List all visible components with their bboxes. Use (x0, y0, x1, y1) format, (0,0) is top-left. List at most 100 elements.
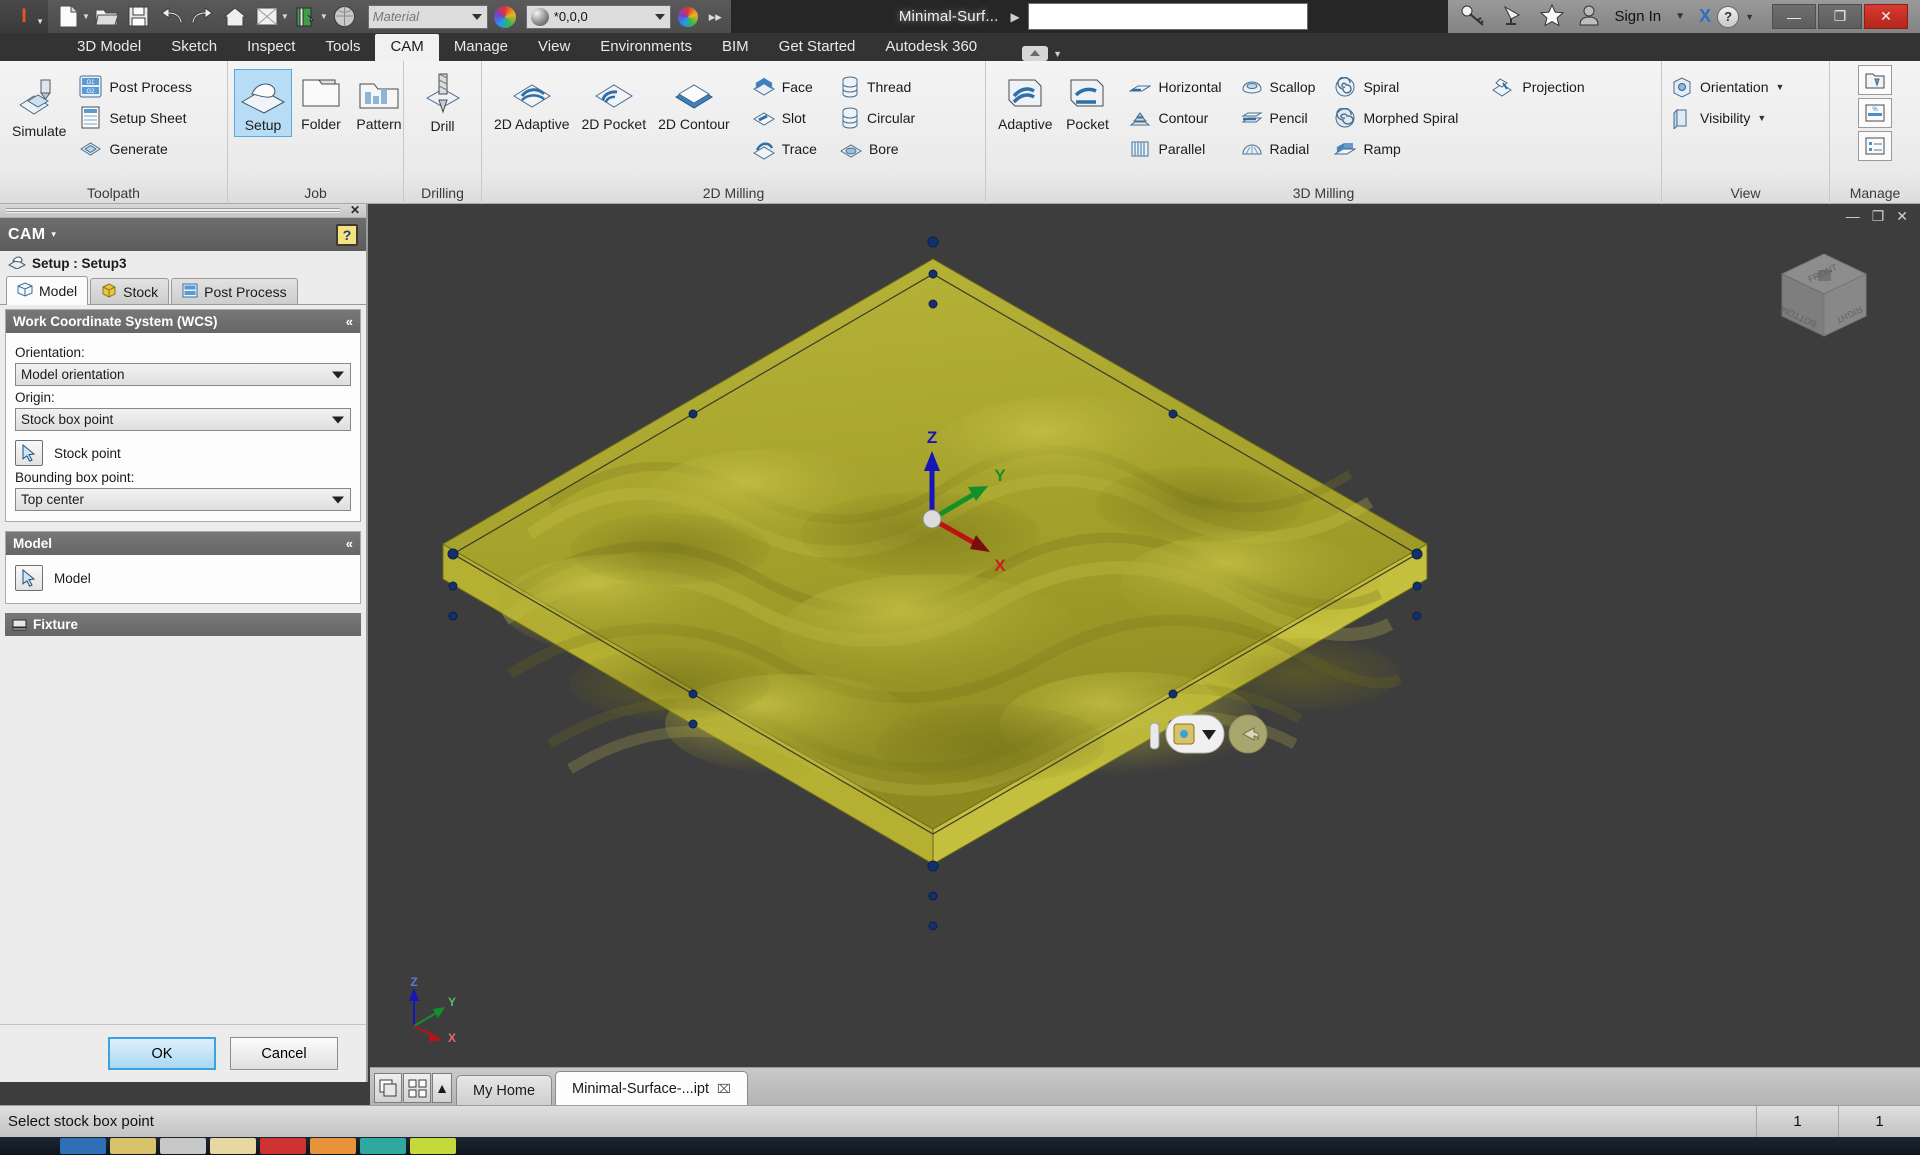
tab-post-process[interactable]: Post Process (171, 278, 298, 304)
collapse-chevron-icon[interactable]: « (346, 536, 353, 551)
exchange-app-icon[interactable]: X (1699, 6, 1711, 27)
adaptive-3d-button[interactable]: Adaptive (992, 69, 1058, 135)
generate-button[interactable]: Generate (76, 133, 199, 164)
doc-tab-my-home[interactable]: My Home (456, 1075, 553, 1105)
close-button[interactable]: ✕ (1864, 4, 1908, 29)
group-header-fixture[interactable]: Fixture (5, 613, 361, 636)
sign-in-button[interactable]: Sign In (1614, 8, 1661, 25)
drill-button[interactable]: Drill (414, 69, 472, 137)
save-icon[interactable] (124, 3, 154, 30)
contour-2d-button[interactable]: 2D Contour (652, 69, 736, 135)
thread-button[interactable]: Thread (837, 71, 923, 102)
scallop-button[interactable]: Scallop (1238, 71, 1324, 102)
taskbar-item[interactable] (210, 1138, 256, 1154)
document-tab-next-icon[interactable]: ▶ (1011, 10, 1020, 24)
trace-button[interactable]: Trace (750, 133, 825, 164)
pattern-button[interactable]: Pattern (350, 69, 408, 135)
chevron-down-icon[interactable]: ▼ (82, 12, 90, 21)
material-color-wheel-icon[interactable] (490, 3, 520, 30)
template-icon[interactable] (1858, 131, 1892, 161)
ribbon-tab-inspect[interactable]: Inspect (232, 34, 310, 61)
taskbar-item[interactable] (160, 1138, 206, 1154)
appearance-sphere-icon[interactable] (330, 3, 360, 30)
contour-3d-button[interactable]: Contour (1126, 102, 1229, 133)
pocket-2d-button[interactable]: 2D Pocket (576, 69, 653, 135)
pocket-3d-button[interactable]: Pocket (1058, 69, 1116, 135)
post-process-button[interactable]: G1 G2 Post Process (76, 71, 199, 102)
graphics-viewport[interactable]: — ❐ ✕ Z Y X FRONT BOTTOM RIGHT Z Y X (370, 204, 1920, 1082)
morphed-spiral-button[interactable]: Morphed Spiral (1331, 102, 1466, 133)
ribbon-tab-cam[interactable]: CAM (375, 34, 439, 61)
appearance-color-wheel-icon[interactable] (673, 3, 703, 30)
origin-select[interactable]: Stock box point (15, 408, 351, 431)
taskbar-item[interactable] (60, 1138, 106, 1154)
spiral-button[interactable]: Spiral (1331, 71, 1466, 102)
setup-button[interactable]: Setup (234, 69, 292, 137)
pick-cursor-icon[interactable] (15, 565, 43, 591)
chevron-down-icon[interactable]: ▼ (1675, 11, 1685, 22)
machine-icon[interactable]: % (1858, 98, 1892, 128)
satellite-icon[interactable] (1500, 4, 1526, 29)
tab-model[interactable]: Model (6, 276, 89, 305)
arrange-icon[interactable] (403, 1073, 431, 1103)
chevron-down-icon[interactable]: ▼ (1745, 12, 1754, 22)
radial-button[interactable]: Radial (1238, 133, 1324, 164)
group-header-wcs[interactable]: Work Coordinate System (WCS) « (6, 310, 360, 333)
bounding-box-point-select[interactable]: Top center (15, 488, 351, 511)
ribbon-tab-bim[interactable]: BIM (707, 34, 764, 61)
taskbar-item[interactable] (360, 1138, 406, 1154)
help-icon[interactable]: ? (336, 223, 358, 246)
material-combobox[interactable]: Material (367, 4, 488, 29)
dialog-drag-grip[interactable]: ✕ (0, 203, 366, 218)
visibility-button[interactable]: Visibility ▼ (1668, 102, 1792, 133)
ramp-button[interactable]: Ramp (1331, 133, 1466, 164)
slot-button[interactable]: Slot (750, 102, 825, 133)
cancel-button[interactable]: Cancel (230, 1037, 338, 1070)
chevron-down-icon[interactable]: ▼ (320, 12, 328, 21)
maximize-button[interactable]: ❐ (1818, 4, 1862, 29)
chevron-down-icon[interactable]: ▼ (1053, 49, 1062, 59)
close-icon[interactable]: ⌧ (717, 1082, 731, 1096)
qat-overflow-icon[interactable]: ▸▸ (705, 9, 726, 25)
taskbar-item[interactable] (110, 1138, 156, 1154)
marking-menu-hud[interactable] (1149, 714, 1280, 757)
projection-button[interactable]: Projection (1488, 71, 1592, 102)
pencil-button[interactable]: Pencil (1238, 102, 1324, 133)
tab-stock[interactable]: Stock (90, 278, 170, 304)
redo-icon[interactable] (188, 3, 218, 30)
folder-button[interactable]: Folder (292, 69, 350, 135)
orientation-select[interactable]: Model orientation (15, 363, 351, 386)
chevron-down-icon[interactable]: ▼ (281, 12, 289, 21)
horizontal-button[interactable]: Horizontal (1126, 71, 1229, 102)
taskbar-item[interactable] (260, 1138, 306, 1154)
search-input[interactable] (1027, 3, 1308, 30)
pick-cursor-icon[interactable] (15, 440, 43, 466)
cloud-status-menu[interactable]: ▼ (1022, 46, 1062, 61)
face-button[interactable]: Face (750, 71, 825, 102)
ribbon-tab-environments[interactable]: Environments (585, 34, 707, 61)
circular-button[interactable]: Circular (837, 102, 923, 133)
material-browser-icon[interactable] (291, 3, 321, 30)
minimal-surface-model[interactable]: Z Y X (370, 204, 1920, 1082)
chevron-down-icon[interactable]: ▾ (51, 229, 56, 240)
orientation-button[interactable]: Orientation ▼ (1668, 71, 1792, 102)
taskbar-item[interactable] (410, 1138, 456, 1154)
ribbon-tab-tools[interactable]: Tools (310, 34, 375, 61)
taskbar-item[interactable] (310, 1138, 356, 1154)
group-header-model[interactable]: Model « (6, 532, 360, 555)
star-icon[interactable] (1540, 3, 1565, 29)
undo-icon[interactable] (156, 3, 186, 30)
ribbon-tab-3d-model[interactable]: 3D Model (62, 34, 156, 61)
bore-button[interactable]: Bore (837, 133, 923, 164)
adaptive-2d-button[interactable]: 2D Adaptive (488, 69, 576, 135)
active-document-title[interactable]: Minimal-Surf... (899, 8, 999, 25)
ribbon-tab-manage[interactable]: Manage (439, 34, 523, 61)
new-file-icon[interactable] (53, 3, 83, 30)
tool-library-icon[interactable] (1858, 65, 1892, 95)
open-file-icon[interactable] (92, 3, 122, 30)
application-menu-button[interactable]: I ▼ (0, 0, 48, 33)
setup-sheet-button[interactable]: Setup Sheet (76, 102, 199, 133)
simulate-button[interactable]: Simulate (6, 74, 72, 142)
chevron-down-icon[interactable]: ▼ (1757, 113, 1766, 123)
key-icon[interactable] (1460, 4, 1486, 29)
